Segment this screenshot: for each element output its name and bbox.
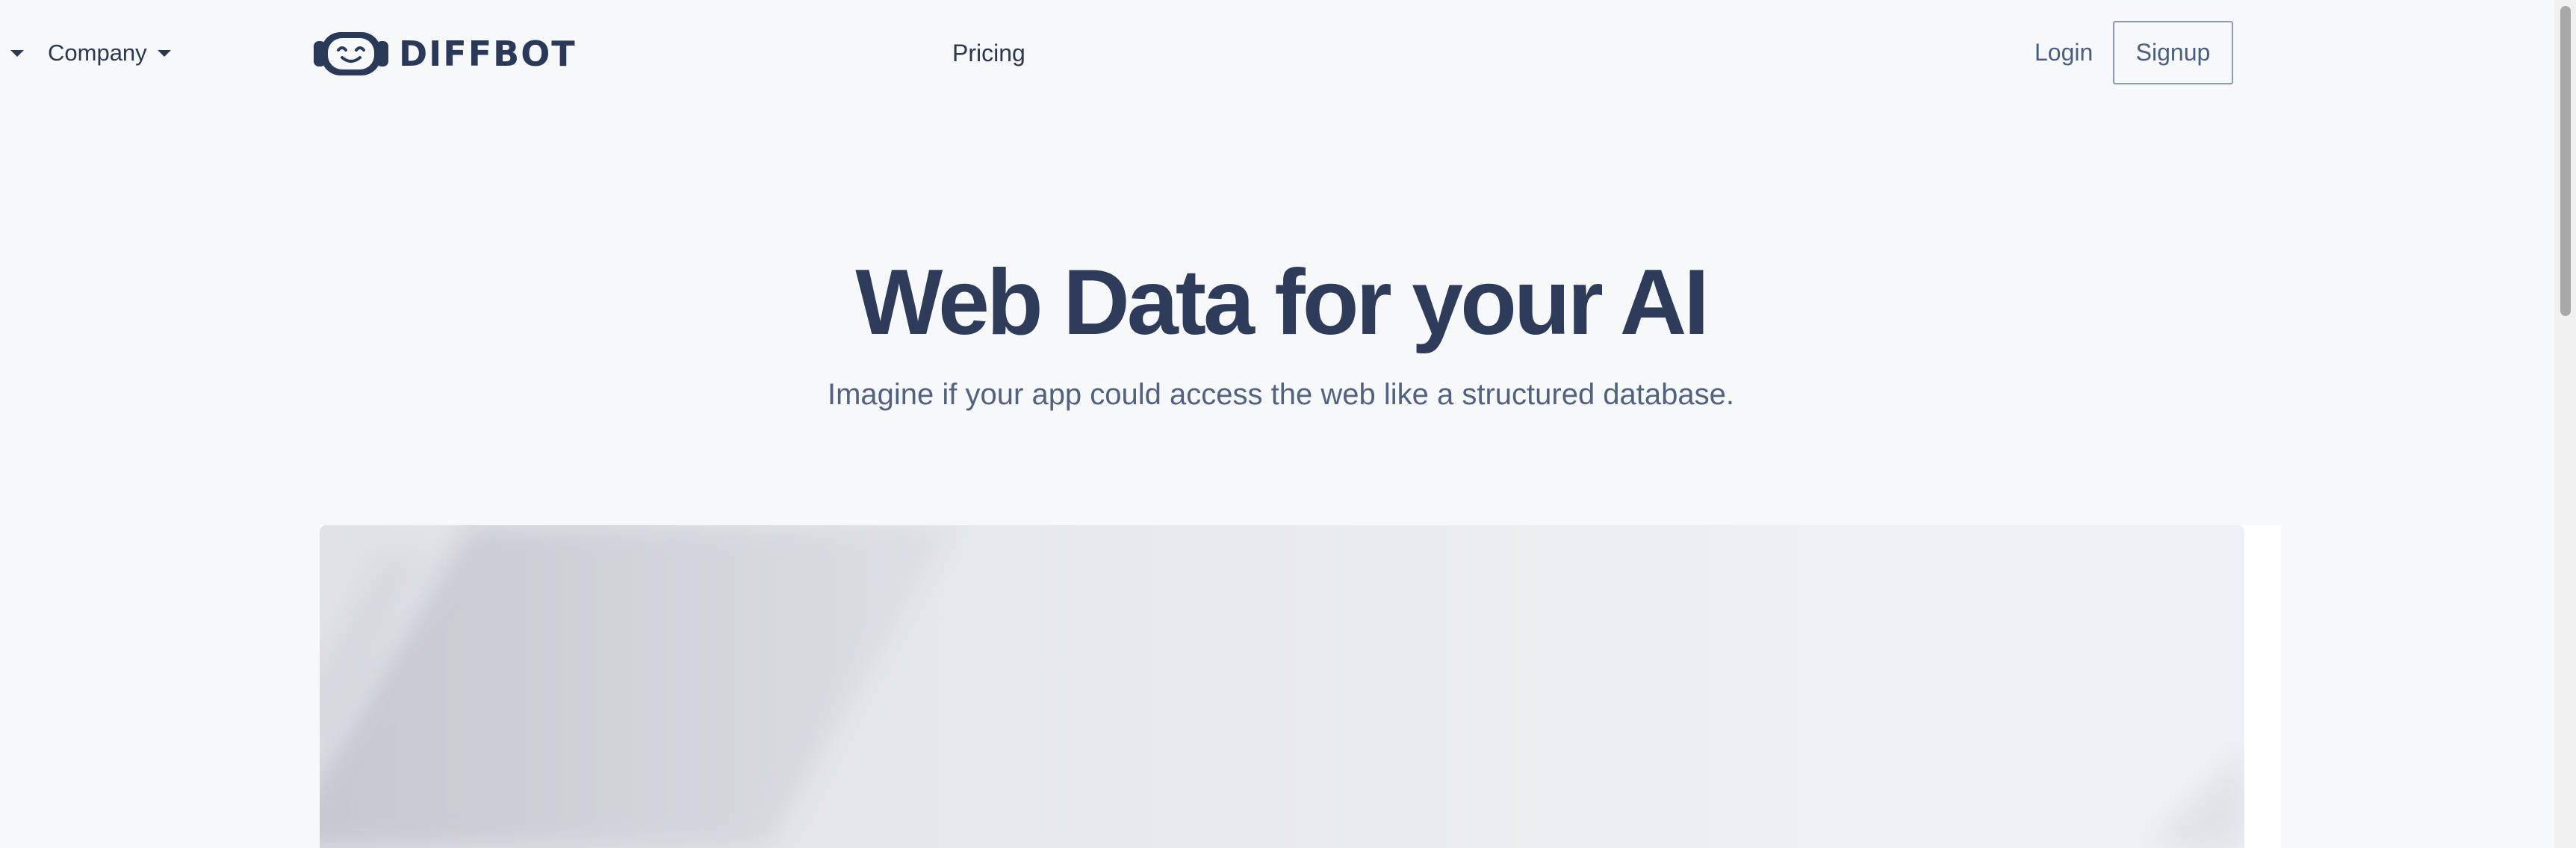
- login-link[interactable]: Login: [2035, 35, 2093, 69]
- page: Company DIFFBOT Pricing Login Signup Web…: [0, 0, 2576, 848]
- scrollbar-thumb[interactable]: [2560, 6, 2571, 316]
- hero-title: Web Data for your AI: [855, 251, 1709, 354]
- page-scrollbar[interactable]: [2554, 0, 2576, 848]
- robot-face-icon: [314, 32, 388, 75]
- top-navigation: Company DIFFBOT Pricing Login Signup: [0, 0, 2554, 106]
- company-menu-label: Company: [48, 40, 147, 66]
- logo-wordmark: DIFFBOT: [399, 34, 577, 74]
- hero-subtitle: Imagine if your app could access the web…: [827, 378, 1735, 411]
- chevron-down-icon[interactable]: [10, 50, 24, 57]
- signup-button[interactable]: Signup: [2113, 21, 2233, 84]
- hero-image: [320, 525, 2244, 848]
- chevron-down-icon: [157, 49, 171, 57]
- hero-image-shadow: [320, 525, 2244, 848]
- nav-link-pricing[interactable]: Pricing: [952, 36, 1025, 70]
- diffbot-logo[interactable]: DIFFBOT: [314, 30, 577, 78]
- hero-image-container: [320, 525, 2281, 848]
- company-menu[interactable]: Company: [48, 36, 171, 70]
